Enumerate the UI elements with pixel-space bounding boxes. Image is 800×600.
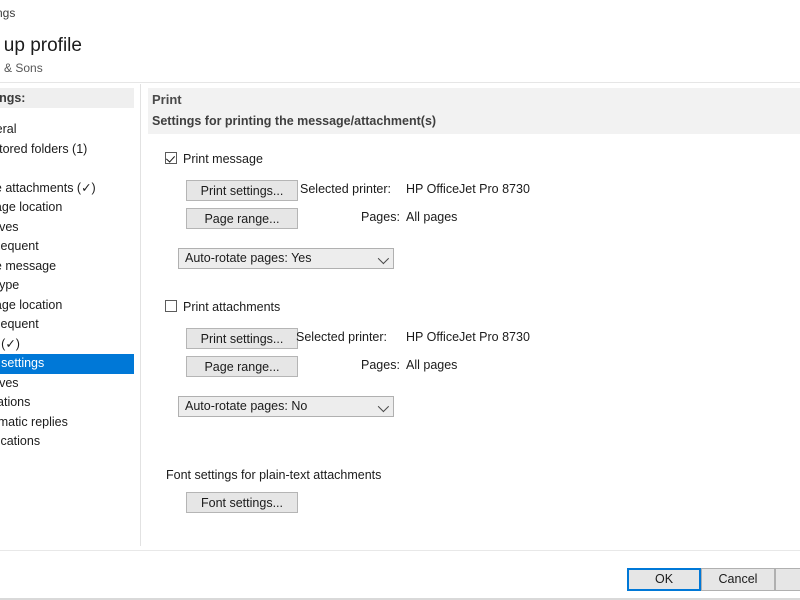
message-printer-key: Selected printer: xyxy=(300,182,391,196)
attachments-page-range-row: Page range... Pages: All pages xyxy=(148,354,166,382)
sidebar-item-label: Subsequent xyxy=(0,237,39,257)
sidebar-item-label: archives xyxy=(0,218,19,238)
sidebar-item[interactable]: Notifications xyxy=(0,432,134,452)
sidebar-item[interactable]: General xyxy=(0,120,134,140)
print-message-label: Print message xyxy=(183,150,263,168)
attachments-printer-value: HP OfficeJet Pro 8730 xyxy=(406,330,530,344)
font-settings-label: Font settings for plain-text attachments xyxy=(166,468,381,482)
sidebar-item-label: Storage location xyxy=(0,198,62,218)
attachments-printer-key: Selected printer: xyxy=(296,330,387,344)
chevron-down-icon xyxy=(378,253,389,264)
sidebar-header: Settings: xyxy=(0,88,134,108)
attachments-autorotate-dropdown[interactable]: Auto-rotate pages: No xyxy=(178,396,394,417)
sidebar-item-label: Monitored folders (1) xyxy=(0,140,87,160)
message-page-range-button[interactable]: Page range... xyxy=(186,208,298,229)
cancel-button[interactable]: Cancel xyxy=(701,568,775,591)
sidebar-item-label: Storage location xyxy=(0,296,62,316)
window-title: Settings xyxy=(0,6,15,20)
sidebar-item[interactable]: Storage location xyxy=(0,198,134,218)
sidebar-item-label: Subsequent xyxy=(0,315,39,335)
attachments-autorotate-value: Auto-rotate pages: No xyxy=(185,399,307,413)
sidebar-item[interactable]: File type xyxy=(0,276,134,296)
sidebar-item[interactable]: Subsequent xyxy=(0,237,134,257)
vertical-divider xyxy=(140,84,141,546)
sidebar-item[interactable]: Monitored folders (1) xyxy=(0,140,134,160)
print-attachments-checkbox-row[interactable]: Print attachments xyxy=(148,298,166,316)
sidebar-header-label: Settings: xyxy=(0,91,25,105)
attachments-pages-key: Pages: xyxy=(361,358,400,372)
settings-sidebar: Settings: GeneralMonitored folders (1)(2… xyxy=(0,88,134,544)
sidebar-item[interactable]: Subsequent xyxy=(0,315,134,335)
page-subtitle: Smith & Sons xyxy=(0,61,43,75)
sidebar-item-label: archives xyxy=(0,374,19,394)
attachments-print-settings-row: Print settings... Selected printer: HP O… xyxy=(148,326,166,354)
dialog-footer: OK Cancel Apply xyxy=(0,551,800,600)
title-bar: Settings xyxy=(0,0,800,31)
sidebar-item[interactable]: operations xyxy=(0,393,134,413)
sidebar-item-list: GeneralMonitored folders (1)(2)Store att… xyxy=(0,120,134,452)
sidebar-item-label: Automatic replies xyxy=(0,413,68,433)
sidebar-item-label: Print (✓) xyxy=(0,335,20,355)
sidebar-item-label: File type xyxy=(0,276,19,296)
sidebar-item-label: Store attachments (✓) xyxy=(0,179,96,199)
message-print-settings-row: Print settings... Selected printer: HP O… xyxy=(148,178,166,206)
page-title: Set up profile xyxy=(0,35,82,57)
print-message-checkbox-row[interactable]: Print message xyxy=(148,150,166,168)
message-pages-value: All pages xyxy=(406,210,457,224)
checkbox-unchecked-icon[interactable] xyxy=(165,300,177,312)
attachments-pages-value: All pages xyxy=(406,358,457,372)
sidebar-item-label: Store message xyxy=(0,257,56,277)
panel-title: Print xyxy=(152,92,182,107)
panel-subtitle: Settings for printing the message/attach… xyxy=(152,114,436,128)
sidebar-item[interactable]: Storage location xyxy=(0,296,134,316)
sidebar-item[interactable]: Store message xyxy=(0,257,134,277)
dialog-header: Set up profile Smith & Sons xyxy=(0,30,800,83)
sidebar-item[interactable]: Automatic replies xyxy=(0,413,134,433)
message-page-range-row: Page range... Pages: All pages xyxy=(148,206,166,234)
sidebar-item[interactable]: Print settings xyxy=(0,354,134,374)
attachments-page-range-button[interactable]: Page range... xyxy=(186,356,298,377)
sidebar-item-label: operations xyxy=(0,393,30,413)
message-autorotate-value: Auto-rotate pages: Yes xyxy=(185,251,311,265)
print-attachments-section: Print attachments Print settings... Sele… xyxy=(148,298,166,416)
settings-dialog: Settings Set up profile Smith & Sons Set… xyxy=(0,0,800,600)
message-autorotate-dropdown[interactable]: Auto-rotate pages: Yes xyxy=(178,248,394,269)
ok-button[interactable]: OK xyxy=(627,568,701,591)
sidebar-item-label: General xyxy=(0,120,16,140)
message-printer-value: HP OfficeJet Pro 8730 xyxy=(406,182,530,196)
message-pages-key: Pages: xyxy=(361,210,400,224)
sidebar-item[interactable]: archives xyxy=(0,374,134,394)
print-message-section: Print message Print settings... Selected… xyxy=(148,150,166,268)
chevron-down-icon xyxy=(378,401,389,412)
message-print-settings-button[interactable]: Print settings... xyxy=(186,180,298,201)
sidebar-item[interactable]: archives xyxy=(0,218,134,238)
font-settings-button[interactable]: Font settings... xyxy=(186,492,298,513)
attachments-print-settings-button[interactable]: Print settings... xyxy=(186,328,298,349)
sidebar-item-label: Notifications xyxy=(0,432,40,452)
sidebar-item[interactable]: (2) xyxy=(0,159,134,179)
checkbox-checked-icon[interactable] xyxy=(165,152,177,164)
print-attachments-label: Print attachments xyxy=(183,298,280,316)
print-settings-panel: Print Settings for printing the message/… xyxy=(148,88,800,544)
sidebar-item[interactable]: Store attachments (✓) xyxy=(0,179,134,199)
sidebar-item[interactable]: Print (✓) xyxy=(0,335,134,355)
sidebar-item-label: Print settings xyxy=(0,354,44,374)
apply-button[interactable]: Apply xyxy=(775,568,800,591)
